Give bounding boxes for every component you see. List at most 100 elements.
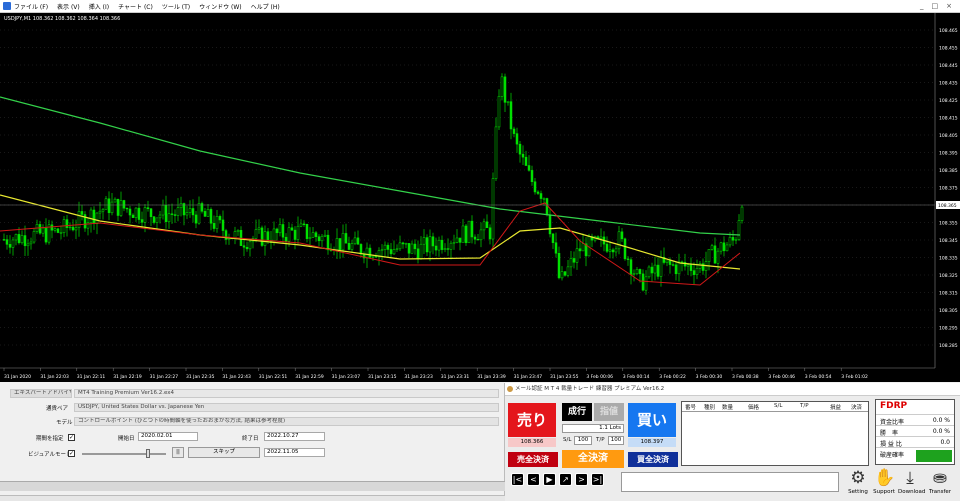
sell-button[interactable]: 売り [508, 403, 556, 437]
candle-body [338, 238, 342, 251]
pair-select[interactable]: USDJPY, United States Dollar vs. Japanes… [74, 403, 499, 412]
transfer-button[interactable]: ⛂ Transfer [928, 468, 952, 500]
candle-body [164, 204, 168, 222]
speed-slider-track[interactable] [82, 453, 166, 455]
positions-table[interactable]: 番号 種別 数量 価格 S/L T/P 損益 決済 [681, 401, 869, 466]
panel-title-text: メール認証 M T 4 裁量トレード 練習器 プレミアム Ver16.2 [515, 386, 665, 392]
market-order-button[interactable]: 成行 [562, 403, 592, 421]
candle-body [569, 258, 573, 268]
candle-body [599, 236, 603, 239]
candle-body [644, 276, 648, 291]
candle-body [368, 247, 372, 258]
candle-body [530, 170, 534, 182]
candle-body [548, 214, 552, 235]
candle-body [551, 233, 555, 243]
candle-body [11, 239, 15, 248]
setting-button[interactable]: ⚙ Setting [846, 468, 870, 500]
candle-body [218, 216, 222, 221]
skip-button[interactable]: スキップ [188, 447, 260, 458]
candle-body [722, 242, 726, 252]
candle-body [734, 239, 738, 241]
download-button[interactable]: ⤓ Download [898, 468, 925, 500]
visual-checkbox[interactable]: ✓ [68, 450, 75, 457]
x-tick-label: 31 Jan 22:19 [113, 374, 142, 380]
candle-body [689, 264, 693, 271]
candle-body [284, 236, 288, 242]
candle-body [50, 224, 54, 231]
lots-unit: Lots [609, 425, 621, 431]
nav-next-button[interactable]: > [575, 473, 588, 486]
candle-body [137, 207, 141, 220]
tester-type-select[interactable]: エキスパートアドバイザ [10, 389, 72, 398]
speed-slider-handle[interactable] [146, 449, 150, 458]
limit-order-button[interactable]: 指値 [594, 403, 624, 421]
candle-body [8, 244, 12, 248]
stat-row: 勝 率 0.0 % [876, 425, 954, 437]
candle-body [311, 232, 315, 238]
nav-first-button[interactable]: |< [511, 473, 524, 486]
candle-body [278, 224, 282, 234]
lots-field[interactable]: 1.1 Lots [562, 424, 624, 433]
sl-field[interactable]: 100 [574, 436, 592, 445]
candle-body [614, 248, 618, 253]
panel-title: メール認証 M T 4 裁量トレード 練習器 プレミアム Ver16.2 [505, 383, 960, 396]
menu-tools[interactable]: ツール (T) [162, 2, 190, 11]
candle-body [671, 264, 675, 266]
menu-insert[interactable]: 挿入 (I) [89, 2, 109, 11]
close-buy-button[interactable]: 買全決済 [628, 452, 678, 467]
menu-help[interactable]: ヘルプ (H) [251, 2, 280, 11]
close-sell-button[interactable]: 売全決済 [508, 452, 558, 467]
end-date-field[interactable]: 2022.10.27 [264, 432, 325, 441]
nav-play-button[interactable]: ▶ [543, 473, 556, 486]
x-tick-label: 3 Feb 01:02 [841, 374, 868, 380]
period-checkbox[interactable]: ✓ [68, 434, 75, 441]
x-tick-label: 31 Jan 22:27 [150, 374, 179, 380]
candle-body [536, 191, 540, 194]
close-button[interactable]: × [946, 2, 952, 10]
nav-prev-button[interactable]: < [527, 473, 540, 486]
candle-body [455, 237, 459, 243]
candle-body [575, 248, 579, 263]
nav-last-button[interactable]: >| [591, 473, 604, 486]
model-select[interactable]: コントロールポイント (ひとつ下の時間軸を使ったおおまかな方法, 結果は参考程度… [74, 417, 499, 426]
tp-field[interactable]: 100 [608, 436, 624, 445]
candle-body [296, 225, 300, 240]
col-number: 番号 [685, 405, 697, 411]
y-tick-label: 108.345 [939, 238, 958, 244]
close-all-button[interactable]: 全決済 [562, 450, 624, 468]
candle-body [407, 243, 411, 254]
candle-body [257, 227, 261, 230]
col-volume: 数量 [722, 405, 734, 411]
buy-button[interactable]: 買い [628, 403, 676, 437]
menu-chart[interactable]: チャート (C) [118, 2, 153, 11]
candle-body [134, 207, 138, 218]
menu-window[interactable]: ウィンドウ (W) [199, 2, 242, 11]
candle-body [293, 229, 297, 240]
menu-view[interactable]: 表示 (V) [57, 2, 80, 11]
x-tick-label: 3 Feb 00:30 [696, 374, 723, 380]
nav-draw-button[interactable]: ↗ [559, 473, 572, 486]
candle-body [470, 220, 474, 238]
skip-date-field[interactable]: 2022.11.05 [264, 448, 325, 457]
candle-body [695, 268, 699, 275]
tester-tabs[interactable] [0, 495, 505, 501]
candle-body [632, 273, 636, 275]
transfer-icon: ⛂ [932, 468, 948, 488]
candle-body [383, 244, 387, 250]
minimize-button[interactable]: _ [920, 2, 924, 10]
restore-button[interactable]: □ [932, 2, 939, 10]
ea-select[interactable]: MT4 Training Premium Ver16.2.ex4 [74, 389, 499, 398]
candle-body [647, 266, 651, 278]
support-button[interactable]: ✋ Support [872, 468, 896, 500]
candle-body [347, 242, 351, 250]
y-tick-label: 108.405 [939, 133, 958, 139]
candle-body [641, 273, 645, 291]
start-date-field[interactable]: 2020.02.01 [138, 432, 198, 441]
app-badge-icon [507, 386, 513, 392]
pause-button[interactable]: || [172, 447, 184, 458]
menu-file[interactable]: ファイル (F) [14, 2, 48, 11]
message-field[interactable] [621, 472, 839, 492]
candle-body [266, 231, 270, 241]
price-chart[interactable]: 108.465 108.455 108.445 108.435 108.425 108.4… [0, 13, 960, 382]
candle-body [26, 243, 30, 247]
